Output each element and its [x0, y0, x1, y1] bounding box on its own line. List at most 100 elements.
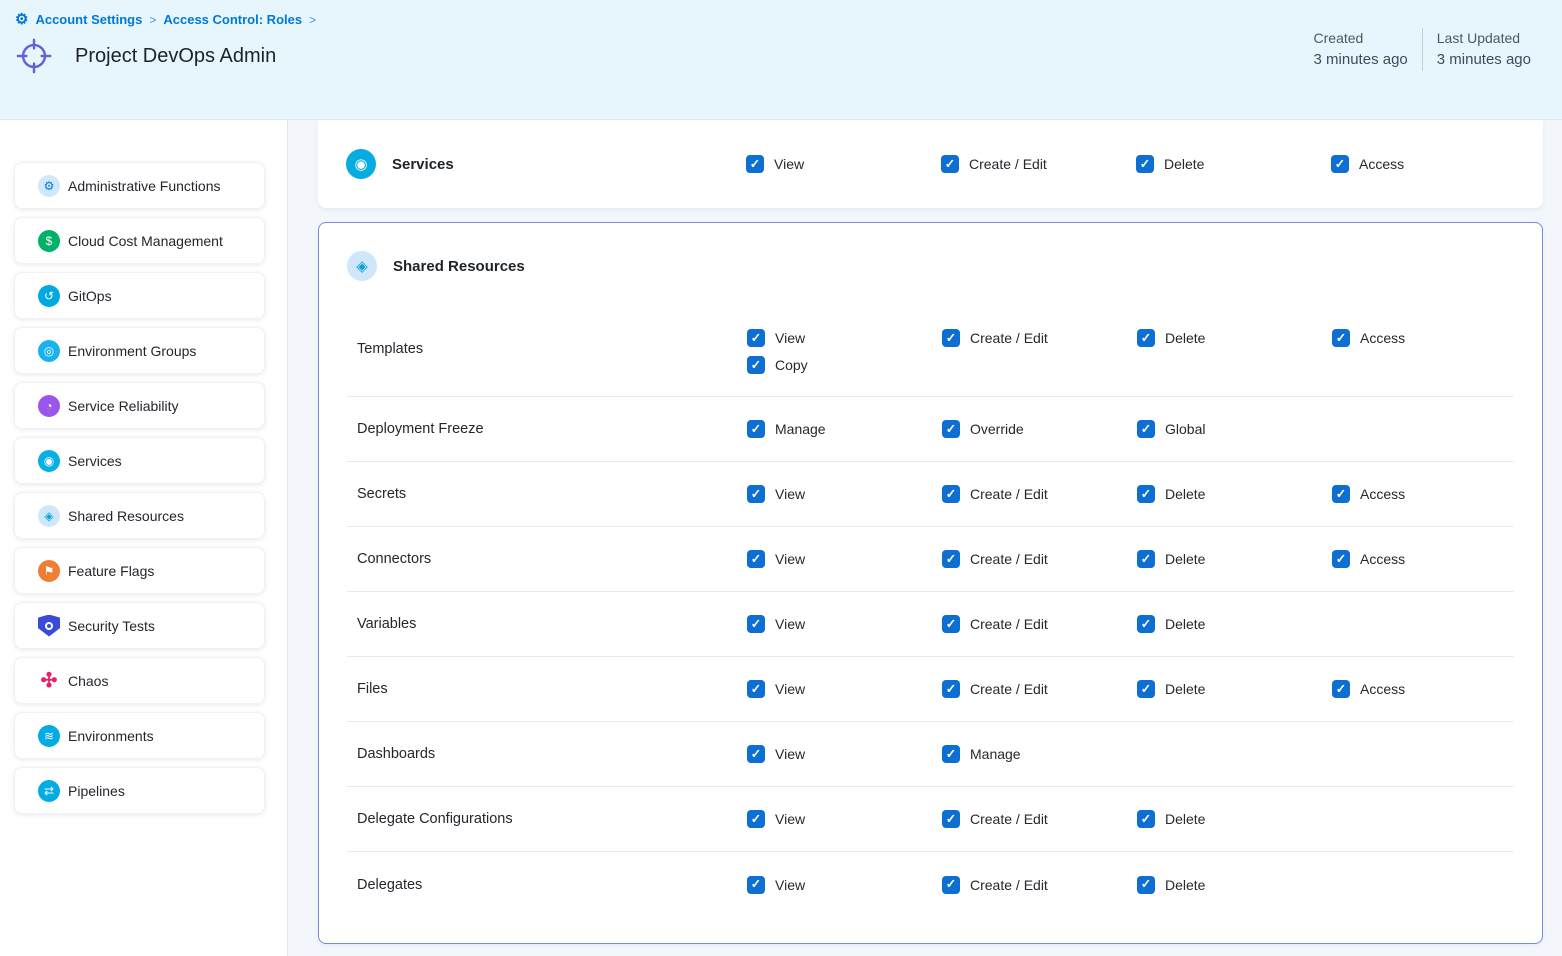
secrets-access-checkbox[interactable]: ✓: [1332, 485, 1350, 503]
sidebar-item-pipelines[interactable]: ⇄ Pipelines: [14, 767, 265, 814]
permission-cell: ✓ Manage: [747, 420, 942, 438]
templates-access-checkbox[interactable]: ✓: [1332, 329, 1350, 347]
check-icon: ✓: [1141, 332, 1151, 345]
variables-create-edit-checkbox[interactable]: ✓: [942, 615, 960, 633]
environments-icon: ≋: [38, 725, 60, 747]
permission-variables-create-edit: ✓Create / Edit: [942, 615, 1137, 633]
sidebar-item-label: Pipelines: [68, 783, 125, 799]
check-icon: ✓: [751, 332, 761, 345]
deployment-freeze-override-checkbox[interactable]: ✓: [942, 420, 960, 438]
check-icon: ✓: [751, 813, 761, 826]
connectors-delete-checkbox[interactable]: ✓: [1137, 550, 1155, 568]
sidebar-item-shared-resources[interactable]: ◈Shared Resources: [14, 492, 265, 539]
permission-row-delegates: Delegates✓View✓Create / Edit✓Delete: [347, 852, 1514, 917]
sidebar-item-service-reliability[interactable]: ◔Service Reliability: [14, 382, 265, 429]
check-icon: ✓: [946, 553, 956, 566]
check-icon: ✓: [750, 158, 760, 171]
permission-row-dashboards: Dashboards✓View✓Manage: [347, 722, 1514, 787]
permission-delegate-configurations-view: ✓View: [747, 810, 942, 828]
delegates-delete-checkbox[interactable]: ✓: [1137, 876, 1155, 894]
services-create-edit-checkbox[interactable]: ✓: [941, 155, 959, 173]
variables-view-checkbox[interactable]: ✓: [747, 615, 765, 633]
sidebar-item-cloud-cost-management[interactable]: $Cloud Cost Management: [14, 217, 265, 264]
permission-label: Create / Edit: [970, 551, 1048, 567]
sidebar-item-chaos[interactable]: ✣Chaos: [14, 657, 265, 704]
permission-variables-delete: ✓Delete: [1137, 615, 1332, 633]
delegate-configurations-create-edit-checkbox[interactable]: ✓: [942, 810, 960, 828]
services-view-checkbox[interactable]: ✓: [746, 155, 764, 173]
sidebar-item-label: Administrative Functions: [68, 178, 221, 194]
connectors-view-checkbox[interactable]: ✓: [747, 550, 765, 568]
permission-files-delete: ✓ Delete: [1137, 680, 1332, 698]
permission-cell: ✓ Access: [1332, 485, 1514, 503]
sidebar-item-security-tests[interactable]: Security Tests: [14, 602, 265, 649]
dashboards-manage-checkbox[interactable]: ✓: [942, 745, 960, 763]
deployment-freeze-manage-checkbox[interactable]: ✓: [747, 420, 765, 438]
permission-connectors-create-edit: ✓ Create / Edit: [942, 550, 1137, 568]
resource-label: Delegate Configurations: [347, 811, 747, 827]
permission-delegates-create-edit: ✓ Create / Edit: [942, 876, 1137, 894]
sidebar-item-environment-groups[interactable]: ◎Environment Groups: [14, 327, 265, 374]
permission-cell: ✓Create / Edit: [942, 301, 1137, 396]
service-reliability-icon: ◔: [38, 395, 60, 417]
delegates-view-checkbox[interactable]: ✓: [747, 876, 765, 894]
resource-label: Connectors: [347, 551, 747, 567]
feature-flag-icon: ⚑: [38, 560, 60, 582]
permission-templates-copy: ✓Copy: [747, 356, 808, 374]
files-delete-checkbox[interactable]: ✓: [1137, 680, 1155, 698]
sidebar-item-gitops[interactable]: ↺GitOps: [14, 272, 265, 319]
permission-templates-create-edit: ✓Create / Edit: [942, 329, 1048, 347]
permission-label: Delete: [1165, 681, 1205, 697]
permission-label: Access: [1360, 486, 1405, 502]
permission-cell: ✓ Create / Edit: [942, 550, 1137, 568]
services-delete-checkbox[interactable]: ✓: [1136, 155, 1154, 173]
permission-row-templates: Templates✓View✓Copy✓Create / Edit✓Delete…: [347, 301, 1514, 397]
connectors-create-edit-checkbox[interactable]: ✓: [942, 550, 960, 568]
sidebar-item-administrative-functions[interactable]: ⚙Administrative Functions: [14, 162, 265, 209]
templates-view-checkbox[interactable]: ✓: [747, 329, 765, 347]
connectors-access-checkbox[interactable]: ✓: [1332, 550, 1350, 568]
chaos-icon: ✣: [38, 670, 60, 692]
files-view-checkbox[interactable]: ✓: [747, 680, 765, 698]
secrets-delete-checkbox[interactable]: ✓: [1137, 485, 1155, 503]
templates-delete-checkbox[interactable]: ✓: [1137, 329, 1155, 347]
secrets-create-edit-checkbox[interactable]: ✓: [942, 485, 960, 503]
permission-label: View: [775, 330, 805, 346]
permission-label: Create / Edit: [970, 811, 1048, 827]
permission-dashboards-view: ✓View: [747, 745, 942, 763]
files-create-edit-checkbox[interactable]: ✓: [942, 680, 960, 698]
breadcrumb-link-access-control-roles[interactable]: Access Control: Roles: [163, 12, 302, 27]
sidebar-item-services[interactable]: ◉Services: [14, 437, 265, 484]
deployment-freeze-global-checkbox[interactable]: ✓: [1137, 420, 1155, 438]
permission-cell: ✓ Global: [1137, 420, 1332, 438]
permission-row-variables: Variables✓View✓Create / Edit✓Delete: [347, 592, 1514, 657]
permission-row-secrets: Secrets✓View✓Create / Edit✓Delete✓Access: [347, 462, 1514, 527]
files-access-checkbox[interactable]: ✓: [1332, 680, 1350, 698]
permission-label: Global: [1165, 421, 1205, 437]
variables-delete-checkbox[interactable]: ✓: [1137, 615, 1155, 633]
sidebar-item-feature-flags[interactable]: ⚑Feature Flags: [14, 547, 265, 594]
permission-label: Manage: [775, 421, 826, 437]
permission-label: Delete: [1165, 486, 1205, 502]
secrets-view-checkbox[interactable]: ✓: [747, 485, 765, 503]
breadcrumb-link-account-settings[interactable]: Account Settings: [35, 12, 142, 27]
templates-copy-checkbox[interactable]: ✓: [747, 356, 765, 374]
permission-delegates-delete: ✓Delete: [1137, 876, 1332, 894]
delegate-configurations-delete-checkbox[interactable]: ✓: [1137, 810, 1155, 828]
pipelines-icon: ⇄: [38, 780, 60, 802]
dashboards-view-checkbox[interactable]: ✓: [747, 745, 765, 763]
sidebar-item-environments[interactable]: ≋Environments: [14, 712, 265, 759]
templates-create-edit-checkbox[interactable]: ✓: [942, 329, 960, 347]
services-access-checkbox[interactable]: ✓: [1331, 155, 1349, 173]
services-icon: ◉: [346, 149, 376, 179]
permission-cell: ✓Create / Edit: [942, 680, 1137, 698]
shared-card-icon-slot: ◈: [347, 251, 377, 281]
permission-connectors-access: ✓Access: [1332, 550, 1514, 568]
delegate-configurations-view-checkbox[interactable]: ✓: [747, 810, 765, 828]
delegates-create-edit-checkbox[interactable]: ✓: [942, 876, 960, 894]
permission-files-view: ✓View: [747, 680, 942, 698]
permission-label: Create / Edit: [970, 877, 1048, 893]
check-icon: ✓: [946, 332, 956, 345]
page-title: Project DevOps Admin: [75, 45, 276, 68]
permission-cell: ✓View: [747, 615, 942, 633]
